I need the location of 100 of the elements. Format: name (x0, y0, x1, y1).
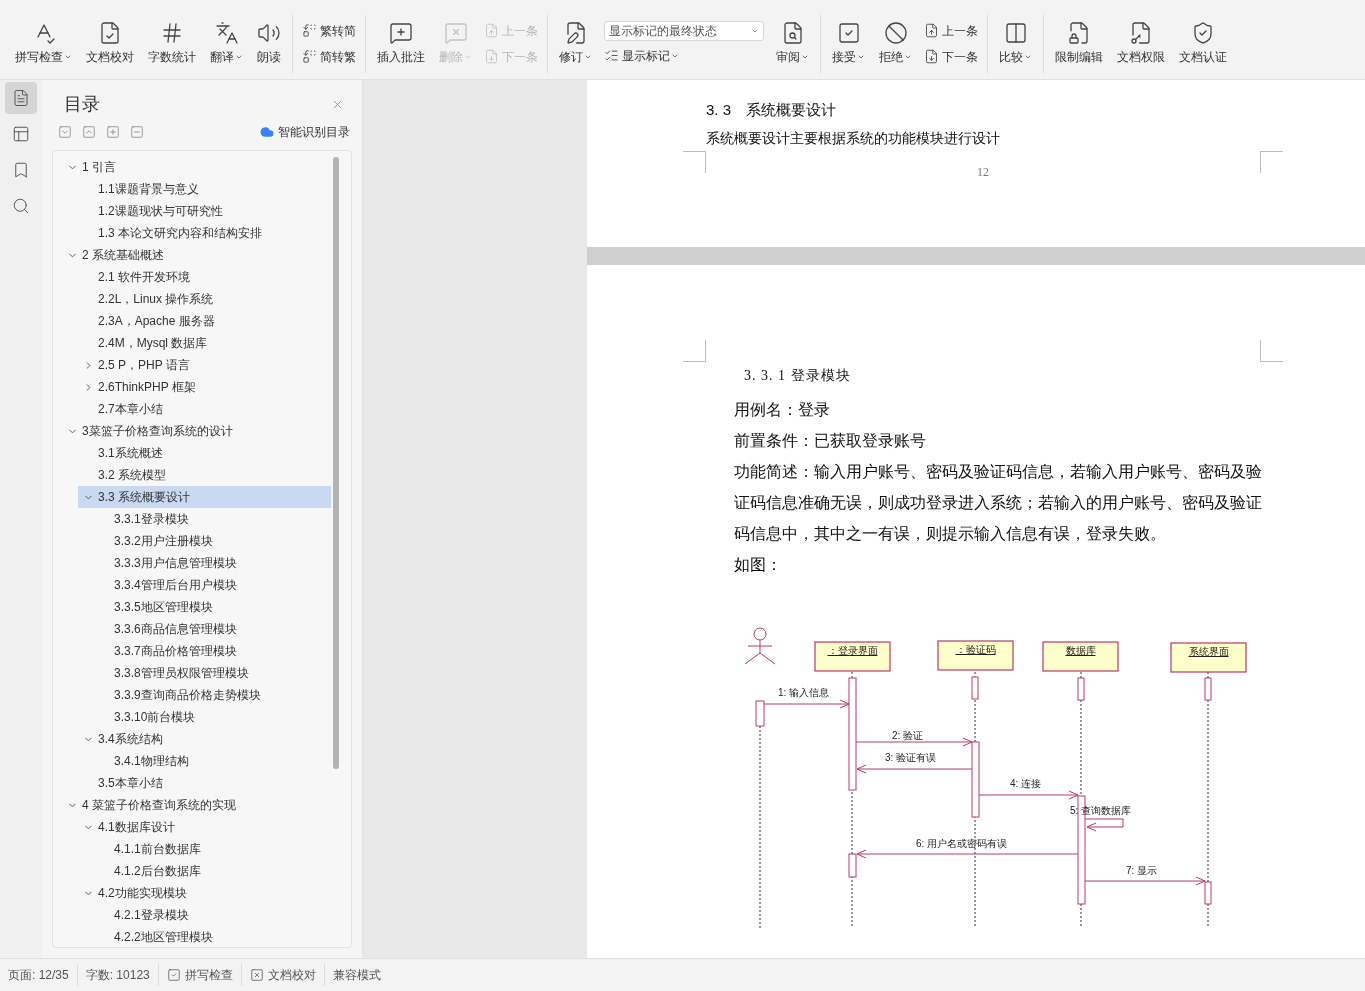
remove-icon[interactable] (130, 125, 144, 139)
ribbon-button[interactable]: 文档权限 (1112, 12, 1170, 75)
ribbon-button[interactable]: 拼写检查 (10, 12, 77, 75)
toc-item[interactable]: 2.4M，Mysql 数据库 (78, 332, 331, 354)
ribbon-button[interactable]: 限制编辑 (1050, 12, 1108, 75)
speaker-icon (257, 21, 281, 45)
ribbon-button[interactable]: 拒绝 (874, 12, 917, 75)
document-check-icon (98, 21, 122, 45)
toc-item[interactable]: 3.2 系统模型 (78, 464, 331, 486)
toc-item[interactable]: 3.3.4管理后台用户模块 (94, 574, 331, 596)
toc-item[interactable]: 2.6ThinkPHP 框架 (78, 376, 331, 398)
ribbon-button[interactable]: 接受 (827, 12, 870, 75)
scrollbar-thumb[interactable] (333, 157, 339, 769)
expand-all-icon[interactable] (82, 125, 96, 139)
ribbon-button[interactable]: 繁转简 (302, 19, 356, 42)
margin-corner-mark (1260, 150, 1283, 173)
cloud-icon (260, 125, 274, 139)
body-paragraph: 用例名：登录 (734, 400, 831, 420)
x-square-icon (249, 968, 264, 982)
toc-item[interactable]: 2.1 软件开发环境 (78, 266, 331, 288)
replace-icon (302, 49, 317, 64)
markup-select[interactable]: 显示标记的最终状态 (604, 20, 764, 41)
page-number: 12 (977, 163, 989, 181)
toc-item[interactable]: 3.3.1登录模块 (94, 508, 331, 530)
toc-item[interactable]: 3.3.9查询商品价格走势模块 (94, 684, 331, 706)
side-rail-tab[interactable] (5, 82, 37, 114)
toc-item[interactable]: 1.3 本论文研究内容和结构安排 (78, 222, 331, 244)
shield-check-icon (1191, 21, 1215, 45)
toc-item[interactable]: 2.2L，Linux 操作系统 (78, 288, 331, 310)
toc-item[interactable]: 4.1.1前台数据库 (94, 838, 331, 860)
toc-item[interactable]: 4.1.2后台数据库 (94, 860, 331, 882)
message-label: 6: 用户名或密码有误 (916, 838, 1008, 849)
document-lines-icon (12, 89, 30, 107)
lifeline-header: 数据库 (1042, 641, 1119, 672)
activation-bar (1204, 881, 1212, 905)
toc-item[interactable]: 3.3.3用户信息管理模块 (94, 552, 331, 574)
toc-item[interactable]: 3.3.2用户注册模块 (94, 530, 331, 552)
ribbon-button[interactable]: 修订 (554, 12, 597, 75)
message-label: 2: 验证 (892, 730, 924, 741)
toc-item[interactable]: 2.7本章小结 (78, 398, 331, 420)
toc-item[interactable]: 3.3.5地区管理模块 (94, 596, 331, 618)
toc-item[interactable]: 3.1系统概述 (78, 442, 331, 464)
toc-item[interactable]: 2.3A，Apache 服务器 (78, 310, 331, 332)
section-heading: 3. 3 系统概要设计 (706, 100, 838, 120)
toc-item[interactable]: 3.3.10前台模块 (94, 706, 331, 728)
toc-item[interactable]: 4.2.2地区管理模块 (94, 926, 331, 947)
panel-icon (12, 125, 30, 143)
lifeline-header: 系统界面 (1170, 642, 1247, 673)
toc-item[interactable]: 4.1数据库设计 (78, 816, 331, 838)
toc-item[interactable]: 3菜篮子价格查询系统的设计 (62, 420, 331, 442)
body-paragraph: 系统概要设计主要根据系统的功能模块进行设计 (706, 128, 1001, 148)
ribbon-button[interactable]: 文档校对 (81, 12, 139, 75)
ribbon-button[interactable]: 翻译 (205, 12, 248, 75)
ribbon-button[interactable]: 比较 (994, 12, 1037, 75)
ribbon-button[interactable]: 下一条 (924, 45, 978, 68)
ribbon-button[interactable]: 字数统计 (143, 12, 201, 75)
toc-item[interactable]: 1.2课题现状与可研究性 (78, 200, 331, 222)
toc-item[interactable]: 3.5本章小结 (78, 772, 331, 794)
message-label: 4: 连接 (1010, 778, 1042, 789)
list-check-icon (604, 48, 619, 63)
ribbon-button[interactable]: 显示标记 (604, 44, 764, 67)
toc-item[interactable]: 3.3 系统概要设计 (78, 486, 331, 508)
toc-item[interactable]: 3.4系统结构 (78, 728, 331, 750)
toc-item[interactable]: 2.5 P，PHP 语言 (78, 354, 331, 376)
toc-item[interactable]: 4 菜篮子价格查询系统的实现 (62, 794, 331, 816)
file-up-icon (484, 23, 499, 38)
file-up-icon (924, 23, 939, 38)
file-down-icon (484, 49, 499, 64)
toc-item[interactable]: 3.4.1物理结构 (94, 750, 331, 772)
margin-corner-mark (1260, 340, 1283, 362)
ribbon-button[interactable]: 审阅 (771, 12, 814, 75)
toc-item[interactable]: 3.3.6商品信息管理模块 (94, 618, 331, 640)
message-label: 5: 查询数据库 (1070, 805, 1132, 816)
collapse-all-icon[interactable] (58, 125, 72, 139)
body-paragraph: 如图： (734, 555, 783, 575)
toc-item[interactable]: 3.3.8管理员权限管理模块 (94, 662, 331, 684)
check-square-icon (166, 968, 181, 982)
ribbon-button[interactable]: 上一条 (924, 19, 978, 42)
status-button[interactable]: 文档校对 (249, 966, 316, 984)
ribbon-button[interactable]: 文档认证 (1174, 12, 1232, 75)
ribbon-button[interactable]: 简转繁 (302, 45, 356, 68)
comment-plus-icon (389, 21, 413, 45)
toc-item[interactable]: 1 引言 (62, 156, 331, 178)
status-button[interactable]: 拼写检查 (166, 966, 233, 984)
toc-item[interactable]: 4.2.1登录模块 (94, 904, 331, 926)
toc-item[interactable]: 4.2功能实现模块 (78, 882, 331, 904)
message-label: 7: 显示 (1126, 865, 1158, 876)
smart-toc-button[interactable]: 智能识别目录 (260, 123, 350, 141)
toc-item[interactable]: 2 系统基础概述 (62, 244, 331, 266)
message-label: 1: 输入信息 (778, 687, 830, 698)
toc-item[interactable]: 1.1课题背景与意义 (78, 178, 331, 200)
message-label: 3: 验证有误 (885, 752, 937, 763)
ribbon-button[interactable]: 朗读 (252, 12, 286, 75)
comment-delete-icon (443, 21, 468, 45)
toc-item[interactable]: 3.3.7商品价格管理模块 (94, 640, 331, 662)
margin-corner-mark (683, 150, 706, 173)
ribbon-button[interactable]: 插入批注 (372, 12, 430, 75)
add-icon[interactable] (106, 125, 120, 139)
lifeline-header: ：登录界面 (814, 641, 891, 672)
activation-bar (755, 700, 765, 727)
